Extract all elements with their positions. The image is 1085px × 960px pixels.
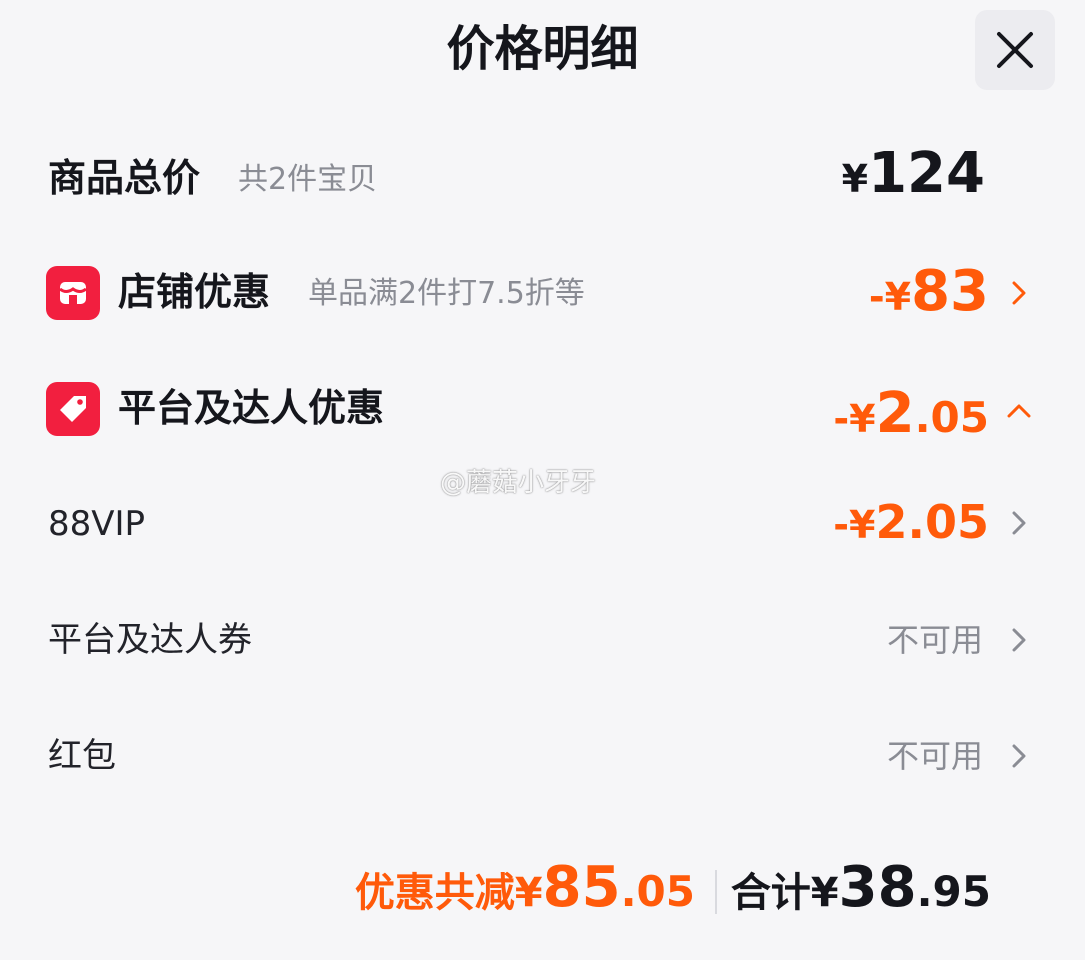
coupon-status: 不可用: [886, 621, 983, 659]
price-summary: 优惠共减¥85.05 合计¥38.95: [0, 852, 1085, 924]
platform-discount-int: 2: [875, 381, 915, 446]
platform-discount-dec: .05: [914, 393, 989, 442]
page-title: 价格明细: [446, 21, 639, 77]
subtotal-label: 商品总价: [48, 156, 201, 200]
close-button[interactable]: [975, 10, 1055, 90]
watermark: @蘑菇小牙牙: [440, 468, 597, 498]
vip-discount-row[interactable]: 88VIP -¥2.05: [0, 495, 1085, 552]
item-count-note: 共2件宝贝: [238, 162, 378, 197]
divider: [715, 870, 717, 914]
tag-icon-badge: [46, 382, 100, 436]
vip-label: 88VIP: [48, 504, 146, 544]
chevron-right-icon: [1012, 628, 1026, 652]
store-discount-row[interactable]: 店铺优惠 单品满2件打7.5折等 -¥83: [0, 260, 1085, 324]
chevron-up-icon: [1007, 404, 1031, 418]
subtotal-row: 商品总价 共2件宝贝 ¥124: [0, 142, 1085, 210]
price-detail-sheet: 价格明细 商品总价 共2件宝贝 ¥124 店铺优惠 单品满2件打7.5折等 -¥…: [0, 0, 1085, 960]
vip-discount-int: 2: [875, 495, 908, 549]
platform-discount-row[interactable]: 平台及达人优惠 -¥2.05: [0, 380, 1085, 446]
tag-icon: [60, 396, 86, 422]
chevron-right-icon: [1012, 511, 1026, 535]
total-label: 合计¥: [730, 870, 839, 916]
store-discount-value: 83: [911, 259, 989, 324]
red-packet-row[interactable]: 红包 不可用: [0, 728, 1085, 784]
minus-currency: -¥: [833, 503, 876, 547]
subtotal-amount: ¥124: [842, 142, 985, 219]
coupon-row[interactable]: 平台及达人券 不可用: [0, 612, 1085, 668]
vip-discount-dec: .05: [907, 495, 990, 549]
total-dec: .95: [916, 867, 991, 916]
total-int: 38: [838, 855, 917, 920]
subtotal-value: 124: [868, 141, 985, 206]
store-discount-label: 店铺优惠: [118, 270, 271, 314]
store-discount-amount: -¥83: [869, 260, 989, 337]
coupon-label: 平台及达人券: [48, 620, 252, 660]
chevron-right-icon: [1012, 744, 1026, 768]
grand-total: 合计¥38.95: [731, 852, 991, 937]
platform-discount-amount: -¥2.05: [833, 382, 989, 459]
store-icon-badge: [46, 266, 100, 320]
minus-currency: -¥: [833, 397, 876, 441]
store-icon: [59, 282, 87, 304]
chevron-right-icon: [1012, 281, 1026, 305]
red-packet-label: 红包: [48, 736, 116, 776]
minus-currency: -¥: [868, 275, 912, 319]
total-savings: 优惠共减¥85.05: [355, 852, 695, 937]
savings-int: 85: [542, 855, 621, 920]
red-packet-status: 不可用: [886, 737, 983, 775]
savings-label: 优惠共减¥: [354, 870, 543, 916]
close-icon: [997, 32, 1033, 68]
vip-discount-amount: -¥2.05: [833, 492, 989, 563]
store-discount-note: 单品满2件打7.5折等: [308, 276, 585, 311]
currency-symbol: ¥: [841, 157, 869, 201]
savings-dec: .05: [620, 867, 695, 916]
platform-discount-label: 平台及达人优惠: [118, 386, 385, 430]
